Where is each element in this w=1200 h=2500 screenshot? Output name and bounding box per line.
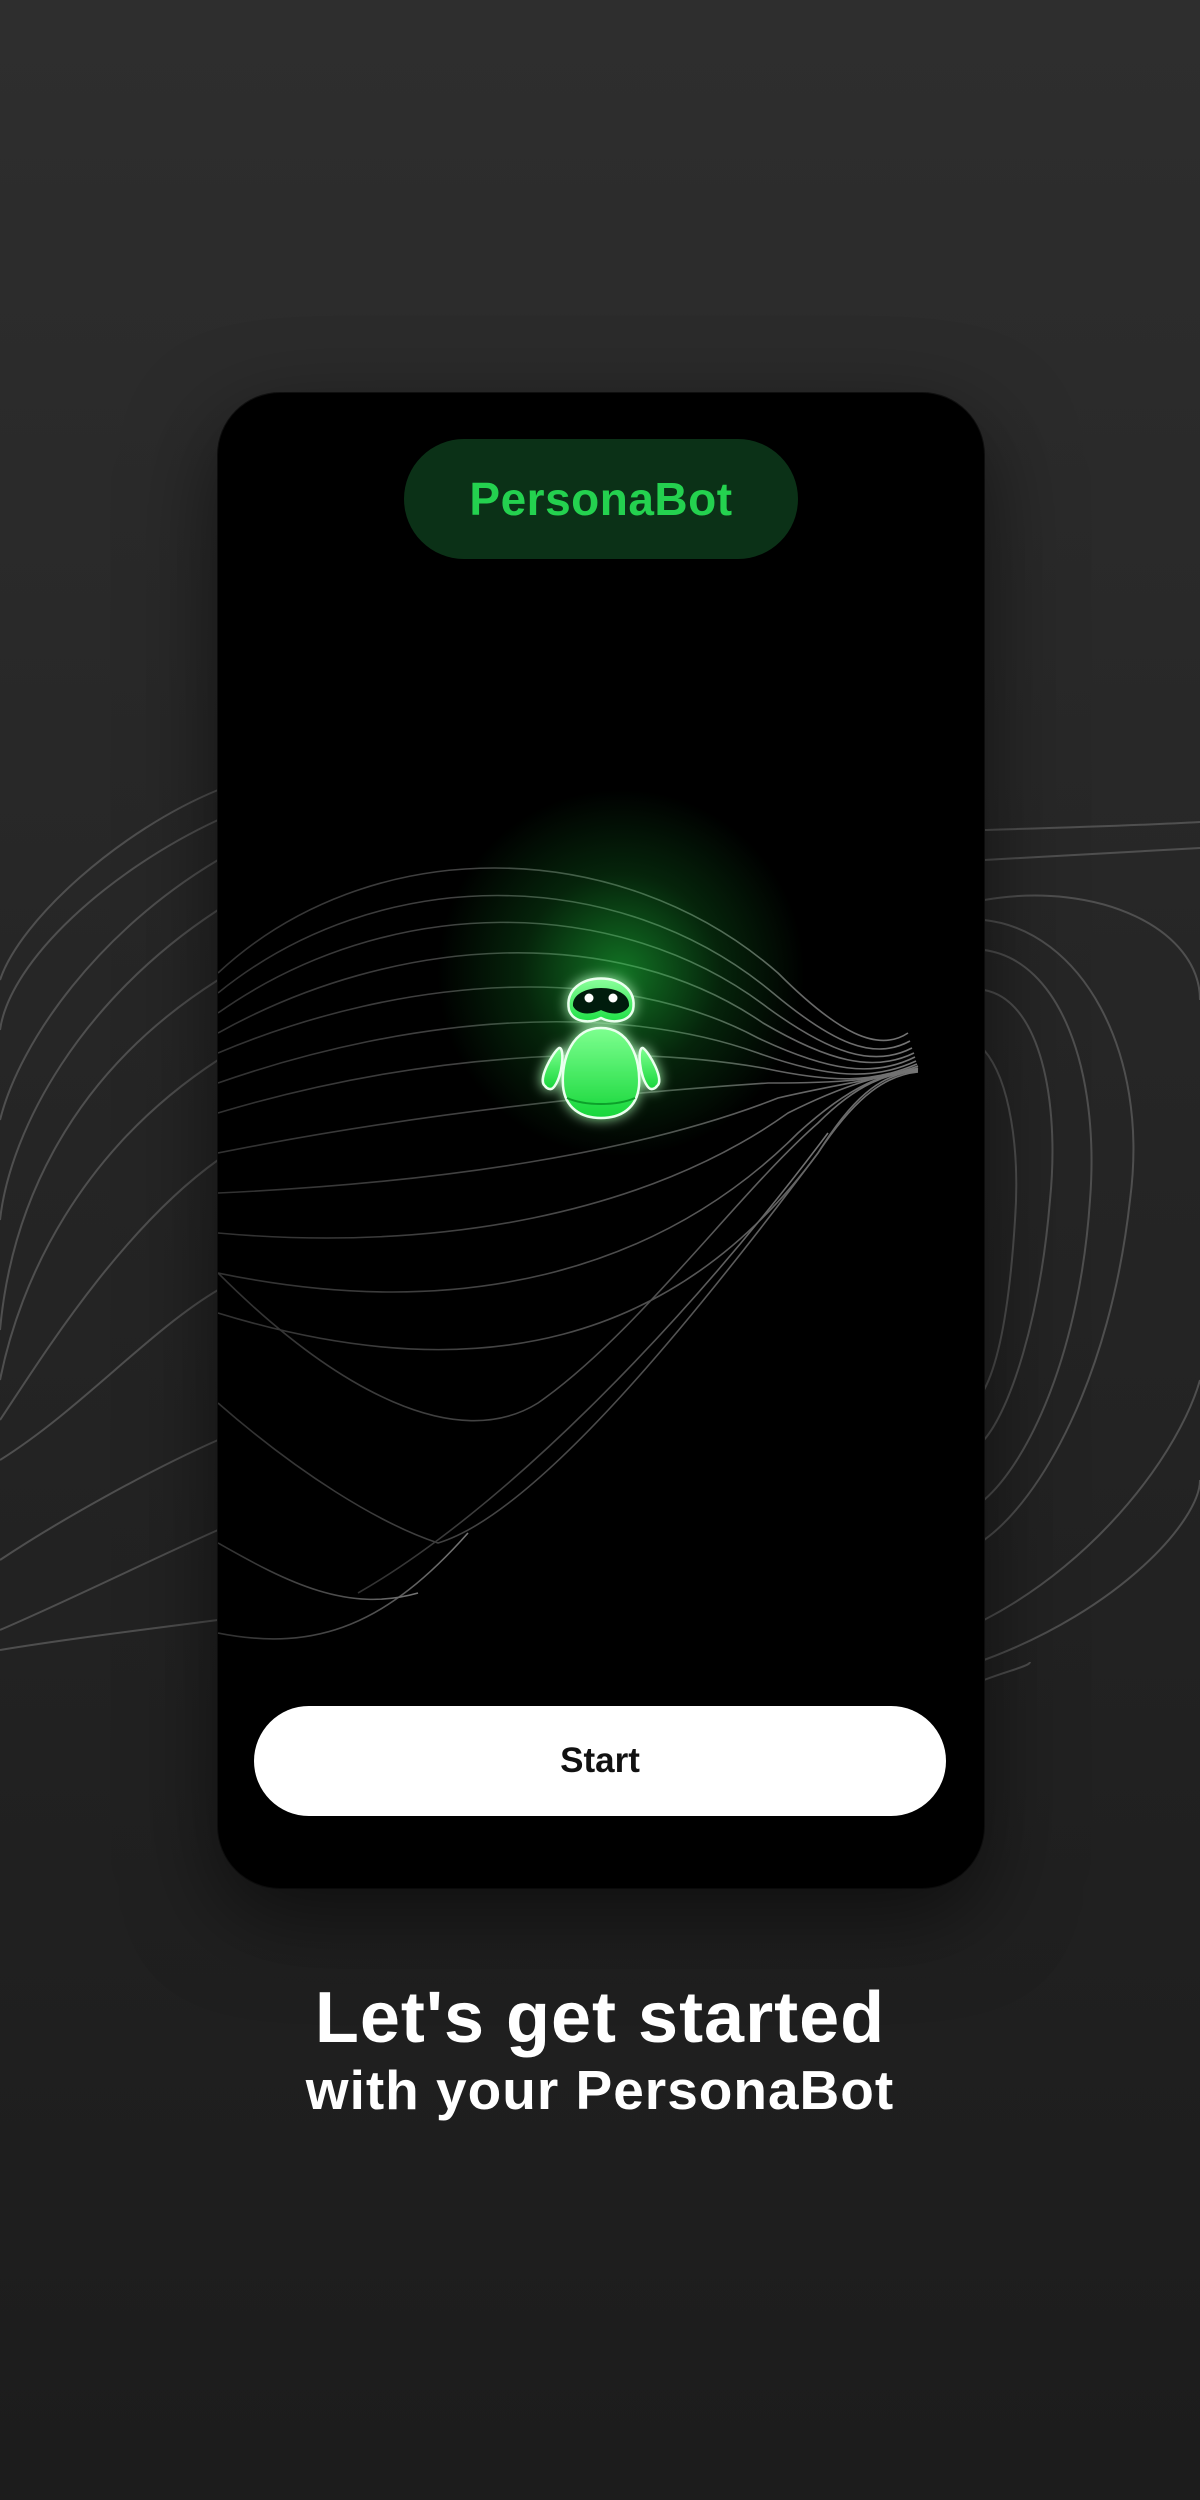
robot-mascot-icon — [541, 977, 661, 1120]
start-button[interactable]: Start — [254, 1706, 946, 1816]
brand-pill: PersonaBot — [404, 439, 798, 559]
phone-screen: PersonaBot Start — [218, 393, 984, 1888]
start-button-label: Start — [560, 1741, 640, 1780]
app-name: PersonaBot — [469, 473, 733, 525]
headline: Let's get started — [314, 1978, 886, 2058]
subheadline: with your PersonaBot — [305, 2059, 895, 2121]
